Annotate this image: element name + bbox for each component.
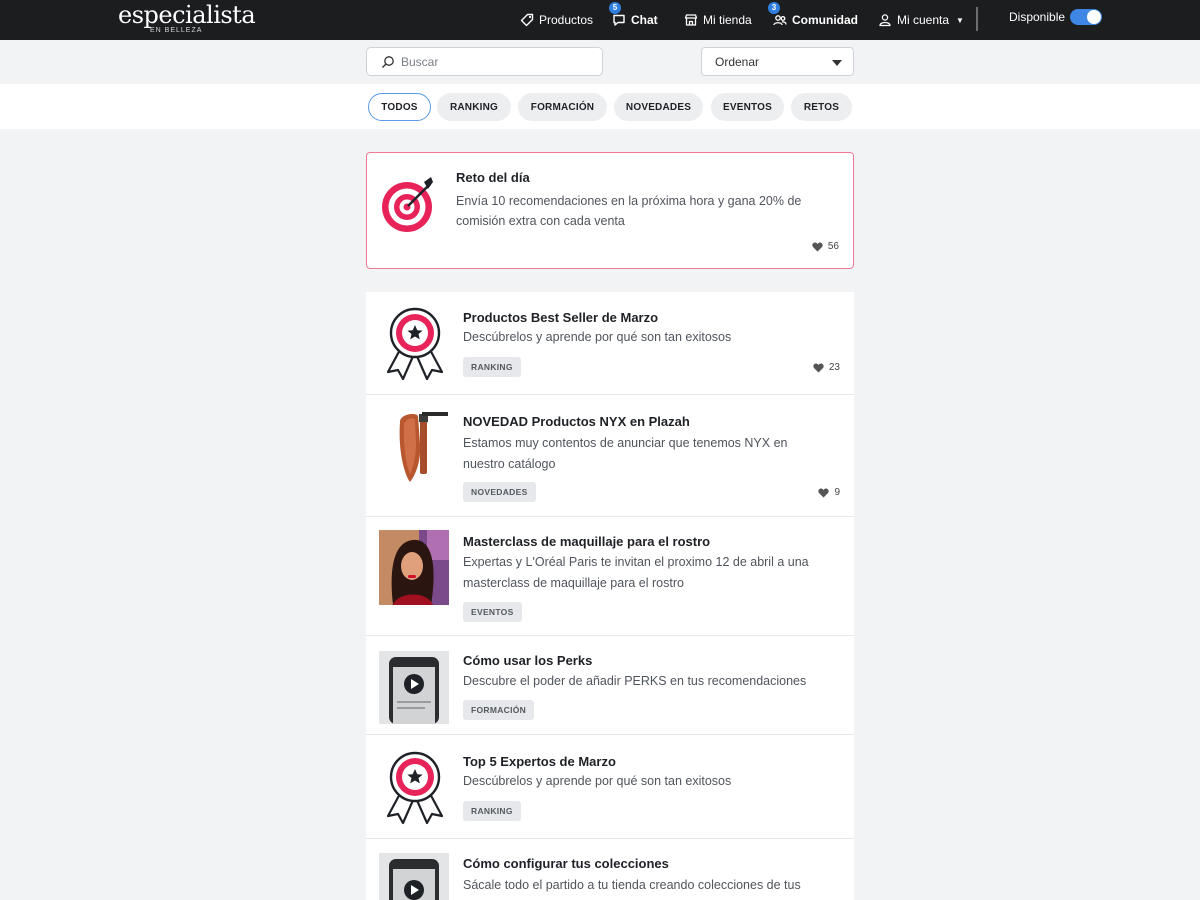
feed-item-title: Masterclass de maquillaje para el rostro [463, 534, 711, 549]
order-select[interactable]: Ordenar [701, 47, 854, 76]
challenge-desc-line1: Envía 10 recomendaciones en la próxima h… [456, 194, 802, 208]
dropdown-arrow-icon [832, 60, 842, 66]
feed-item-title: Top 5 Expertos de Marzo [463, 754, 616, 769]
feed-item-desc-line2: masterclass de maquillaje para el rostro [463, 576, 684, 590]
filter-chip-eventos[interactable]: EVENTOS [711, 93, 784, 121]
award-ribbon-icon [386, 307, 444, 381]
video-thumbnail [379, 853, 449, 900]
feed-item-desc: Descubre el poder de añadir PERKS en tus… [463, 674, 807, 688]
feed-item-title: Cómo usar los Perks [463, 653, 593, 668]
feed-item[interactable]: Top 5 Expertos de Marzo Descúbrelos y ap… [366, 735, 854, 839]
nav-mi-tienda[interactable]: Mi tienda [684, 0, 752, 40]
feed-item-tag[interactable]: NOVEDADES [463, 482, 536, 502]
feed-item-tag[interactable]: EVENTOS [463, 602, 522, 622]
chevron-down-icon: ▼ [956, 15, 964, 25]
nav-productos-label: Productos [539, 13, 594, 27]
feed-list: Productos Best Seller de Marzo Descúbrel… [366, 292, 854, 900]
feed-item-desc-line2: nuestro catálogo [463, 457, 556, 471]
feed-item-likes-count: 9 [834, 487, 840, 498]
chat-count-badge: 5 [609, 2, 621, 14]
video-thumbnail [379, 651, 449, 724]
feed-item-tag[interactable]: FORMACIÓN [463, 700, 535, 720]
challenge-likes[interactable]: 56 [812, 241, 839, 252]
feed-item-title: NOVEDAD Productos NYX en Plazah [463, 414, 690, 429]
feed-item-tag[interactable]: RANKING [463, 801, 521, 821]
daily-challenge-card[interactable]: Reto del día Envía 10 recomendaciones en… [366, 152, 854, 269]
toggle-knob [1087, 10, 1101, 24]
filter-chip-formacion[interactable]: FORMACIÓN [518, 93, 607, 121]
store-icon [684, 14, 698, 26]
feed-item-desc-line1: Estamos muy contentos de anunciar que te… [463, 436, 788, 450]
feed-item-desc: Descúbrelos y aprende por qué son tan ex… [463, 330, 732, 344]
feed-item-desc-line1: Expertas y L'Oréal Paris te invitan el p… [463, 555, 809, 569]
availability-toggle[interactable] [1070, 9, 1102, 25]
portrait-photo [379, 530, 449, 605]
filter-chip-retos[interactable]: RETOS [791, 93, 852, 121]
tag-icon [520, 13, 534, 27]
filter-bar: TODOS RANKING FORMACIÓN NOVEDADES EVENTO… [0, 84, 1200, 129]
search-icon [382, 55, 394, 68]
heart-icon [818, 488, 830, 497]
award-ribbon-icon [386, 751, 444, 825]
feed-item-likes[interactable]: 9 [818, 487, 840, 498]
brand-name: especialista [118, 1, 256, 29]
chat-bubble-icon [613, 14, 625, 26]
challenge-title: Reto del día [456, 170, 530, 185]
brand-logo[interactable]: especialista EN BELLEZA [118, 0, 258, 40]
nav-mi-cuenta-label: Mi cuenta [897, 13, 950, 27]
filter-chip-ranking[interactable]: RANKING [437, 93, 511, 121]
target-icon [382, 177, 433, 232]
feed-item-likes-count: 23 [828, 362, 840, 373]
feed-item-title: Productos Best Seller de Marzo [463, 310, 659, 325]
feed-item-title: Cómo configurar tus colecciones [463, 856, 669, 871]
feed-item[interactable]: Masterclass de maquillaje para el rostro… [366, 517, 854, 636]
feed-item[interactable]: Cómo configurar tus colecciones Sácale t… [366, 839, 854, 900]
nav-chat-label: Chat [631, 13, 658, 27]
search-box[interactable] [366, 47, 603, 76]
heart-icon [812, 242, 823, 251]
nav-mi-tienda-label: Mi tienda [703, 13, 752, 27]
community-icon [773, 15, 787, 26]
challenge-likes-count: 56 [827, 241, 839, 252]
nav-mi-cuenta[interactable]: Mi cuenta ▼ [878, 0, 964, 40]
feed-item-desc: Sácale todo el partido a tu tienda crean… [463, 878, 801, 892]
comunidad-count-badge: 3 [768, 2, 780, 14]
feed-item[interactable]: Productos Best Seller de Marzo Descúbrel… [366, 292, 854, 395]
feed-item-desc: Descúbrelos y aprende por qué son tan ex… [463, 774, 732, 788]
nav-comunidad[interactable]: Comunidad [773, 0, 858, 40]
filter-chip-novedades[interactable]: NOVEDADES [614, 93, 703, 121]
order-label: Ordenar [715, 54, 760, 69]
brand-subtitle: EN BELLEZA [150, 27, 203, 34]
heart-icon [813, 363, 824, 372]
nav-comunidad-label: Comunidad [792, 13, 858, 27]
feed-item[interactable]: NOVEDAD Productos NYX en Plazah Estamos … [366, 395, 854, 517]
lipstick-image [399, 412, 448, 482]
filter-chip-todos[interactable]: TODOS [368, 93, 431, 121]
nav-productos[interactable]: Productos [520, 0, 593, 40]
availability-label: Disponible [1009, 10, 1066, 24]
feed-item[interactable]: Cómo usar los Perks Descubre el poder de… [366, 636, 854, 735]
nav-divider [976, 7, 978, 31]
user-icon [879, 14, 891, 27]
feed-item-tag[interactable]: RANKING [463, 357, 521, 377]
feed-item-likes[interactable]: 23 [813, 362, 840, 373]
top-navbar: especialista EN BELLEZA Productos Chat 5… [0, 0, 1200, 40]
challenge-desc-line2: comisión extra con cada venta [456, 214, 625, 228]
search-input[interactable] [401, 54, 591, 69]
